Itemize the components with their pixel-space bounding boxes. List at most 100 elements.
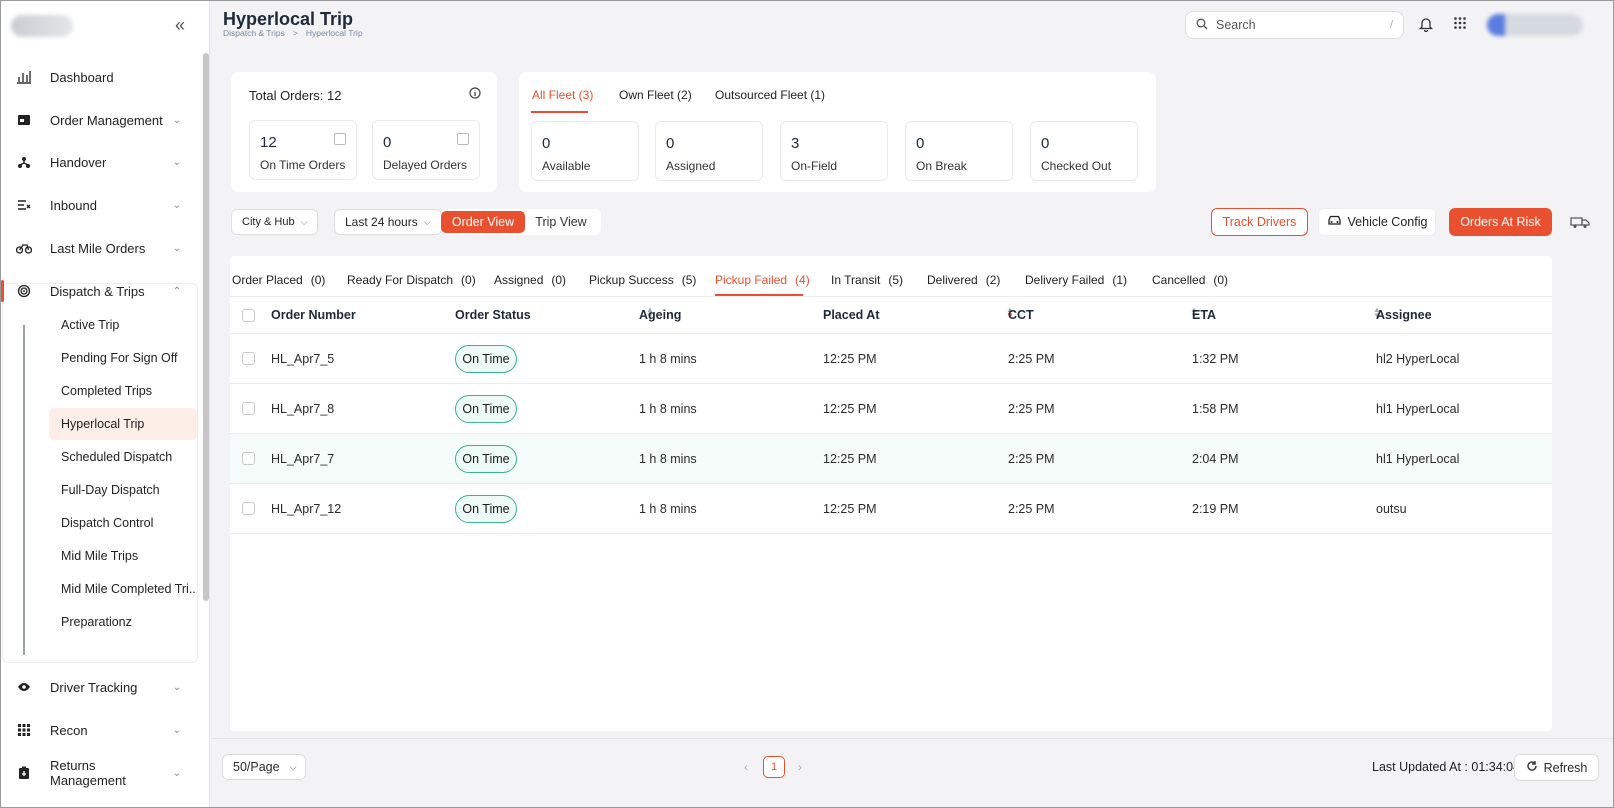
notification-bell-icon[interactable]: [1418, 16, 1434, 35]
car-icon: [1327, 215, 1342, 229]
cell-assignee: hl1 HyperLocal: [1376, 402, 1460, 416]
page-size-dropdown[interactable]: 50/Page ⌵: [222, 754, 306, 780]
table-row[interactable]: HL_Apr7_7 On Time 1 h 8 mins 12:25 PM 2:…: [230, 434, 1552, 484]
stat-checkbox[interactable]: [334, 133, 346, 145]
row-checkbox[interactable]: [242, 402, 255, 415]
search-shortcut-hint: /: [1389, 19, 1393, 31]
breadcrumb-item-dispatch-trips[interactable]: Dispatch & Trips: [223, 28, 285, 38]
sidebar-item-inbound[interactable]: Inbound ⌄: [1, 187, 197, 223]
tab-pickup-failed[interactable]: Pickup Failed (4): [715, 273, 810, 287]
stat-checkbox[interactable]: [457, 133, 469, 145]
row-checkbox[interactable]: [242, 502, 255, 515]
total-orders-card: Total Orders: 12 12 On Time Orders 0 Del…: [231, 72, 497, 192]
sidebar-subitem-active-trip[interactable]: Active Trip: [49, 309, 197, 341]
sidebar-item-dashboard[interactable]: Dashboard: [1, 59, 197, 95]
sidebar-subitem-mid-mile-completed-trips[interactable]: Mid Mile Completed Tri...: [49, 573, 197, 605]
row-checkbox[interactable]: [242, 352, 255, 365]
refresh-button[interactable]: Refresh: [1514, 754, 1599, 781]
tab-ready-for-dispatch[interactable]: Ready For Dispatch (0): [347, 273, 476, 287]
sidebar-item-dispatch-trips[interactable]: Dispatch & Trips ⌃: [1, 273, 197, 309]
sidebar-item-last-mile-orders[interactable]: Last Mile Orders ⌄: [1, 230, 197, 266]
sidebar-subitem-completed-trips[interactable]: Completed Trips: [49, 375, 197, 407]
sidebar-item-label: Returns Management: [50, 758, 126, 788]
tab-delivered[interactable]: Delivered (2): [927, 273, 1000, 287]
stat-assigned[interactable]: 0 Assigned: [655, 121, 763, 181]
column-header-order-number[interactable]: Order Number: [271, 308, 356, 322]
cell-order-number[interactable]: HL_Apr7_12: [271, 502, 341, 516]
tab-delivery-failed[interactable]: Delivery Failed (1): [1025, 273, 1127, 287]
tab-cancelled[interactable]: Cancelled (0): [1152, 273, 1228, 287]
sidebar-item-driver-tracking[interactable]: Driver Tracking ⌄: [1, 669, 197, 705]
cell-ageing: 1 h 8 mins: [639, 452, 697, 466]
tab-outsourced-fleet[interactable]: Outsourced Fleet (1): [715, 88, 825, 102]
time-range-dropdown[interactable]: Last 24 hours ⌵: [334, 209, 442, 235]
sidebar-scrollbar[interactable]: [203, 53, 209, 601]
sidebar-subitem-preparationz[interactable]: Preparationz: [49, 606, 197, 638]
tab-assigned[interactable]: Assigned (0): [494, 273, 566, 287]
table-row[interactable]: HL_Apr7_12 On Time 1 h 8 mins 12:25 PM 2…: [230, 484, 1552, 534]
chevron-down-icon: ⌄: [172, 767, 182, 779]
tab-own-fleet[interactable]: Own Fleet (2): [619, 88, 692, 102]
search-input[interactable]: Search /: [1185, 11, 1404, 39]
sidebar-subitem-dispatch-control[interactable]: Dispatch Control: [49, 507, 197, 539]
stat-on-field[interactable]: 3 On-Field: [780, 121, 888, 181]
divider: [230, 533, 1552, 534]
trip-view-button[interactable]: Trip View: [531, 211, 591, 233]
active-tab-underline: [531, 111, 588, 113]
orders-at-risk-button[interactable]: Orders At Risk: [1449, 208, 1552, 236]
current-page-button[interactable]: 1: [763, 756, 785, 778]
apps-grid-icon[interactable]: [1454, 17, 1466, 32]
column-header-cct[interactable]: CCT: [1008, 308, 1034, 322]
footer-divider: [211, 738, 1613, 739]
track-drivers-button[interactable]: Track Drivers: [1211, 208, 1308, 236]
tab-pickup-success[interactable]: Pickup Success (5): [589, 273, 696, 287]
vehicle-config-button[interactable]: Vehicle Config: [1318, 208, 1436, 236]
table-row[interactable]: HL_Apr7_5 On Time 1 h 8 mins 12:25 PM 2:…: [230, 334, 1552, 384]
column-header-placed-at[interactable]: Placed At: [823, 308, 880, 322]
table-row[interactable]: HL_Apr7_8 On Time 1 h 8 mins 12:25 PM 2:…: [230, 384, 1552, 434]
divider: [230, 296, 1552, 297]
cell-order-number[interactable]: HL_Apr7_5: [271, 352, 334, 366]
stat-available[interactable]: 0 Available: [531, 121, 639, 181]
collapse-sidebar-button[interactable]: «: [175, 15, 185, 36]
sidebar-item-recon[interactable]: Recon ⌄: [1, 712, 197, 748]
tab-label: Pickup Failed: [715, 273, 788, 287]
cell-order-number[interactable]: HL_Apr7_8: [271, 402, 334, 416]
truck-icon[interactable]: [1570, 215, 1590, 232]
stat-on-time-orders[interactable]: 12 On Time Orders: [249, 120, 357, 180]
prev-page-button[interactable]: ‹: [744, 760, 748, 774]
column-header-eta[interactable]: ETA: [1192, 308, 1216, 322]
tab-order-placed[interactable]: Order Placed (0): [232, 273, 325, 287]
submenu-tree-line: [23, 325, 25, 655]
sidebar-item-label: Driver Tracking: [50, 679, 138, 695]
row-checkbox[interactable]: [242, 452, 255, 465]
stat-on-break[interactable]: 0 On Break: [905, 121, 1013, 181]
button-label: Refresh: [1543, 760, 1588, 775]
sidebar-subitem-hyperlocal-trip[interactable]: Hyperlocal Trip: [49, 408, 197, 440]
stat-label: Checked Out: [1041, 159, 1112, 173]
stat-label: Available: [542, 159, 591, 173]
tab-all-fleet[interactable]: All Fleet (3): [532, 88, 593, 102]
cell-order-number[interactable]: HL_Apr7_7: [271, 452, 334, 466]
stat-checked-out[interactable]: 0 Checked Out: [1030, 121, 1138, 181]
next-page-button[interactable]: ›: [798, 760, 802, 774]
sidebar-subitem-pending-for-sign-off[interactable]: Pending For Sign Off: [49, 342, 197, 374]
info-icon[interactable]: [469, 87, 481, 102]
sidebar-item-returns-management[interactable]: Returns Management ⌄: [1, 755, 197, 791]
sidebar-item-order-management[interactable]: Order Management ⌄: [1, 102, 197, 138]
user-avatar-menu[interactable]: [1487, 14, 1583, 36]
cell-cct: 2:25 PM: [1008, 452, 1055, 466]
sidebar-item-handover[interactable]: Handover ⌄: [1, 144, 197, 180]
cell-ageing: 1 h 8 mins: [639, 402, 697, 416]
city-hub-dropdown[interactable]: City & Hub ⌵: [231, 209, 319, 235]
cell-ageing: 1 h 8 mins: [639, 352, 697, 366]
sidebar-subitem-scheduled-dispatch[interactable]: Scheduled Dispatch: [49, 441, 197, 473]
order-view-button[interactable]: Order View: [441, 211, 525, 233]
cell-cct: 2:25 PM: [1008, 352, 1055, 366]
sidebar-subitem-full-day-dispatch[interactable]: Full-Day Dispatch: [49, 474, 197, 506]
tab-in-transit[interactable]: In Transit (5): [831, 273, 903, 287]
stat-delayed-orders[interactable]: 0 Delayed Orders: [372, 120, 480, 180]
select-all-checkbox[interactable]: [242, 309, 255, 322]
sidebar-subitem-mid-mile-trips[interactable]: Mid Mile Trips: [49, 540, 197, 572]
tab-count: (0): [310, 273, 326, 287]
